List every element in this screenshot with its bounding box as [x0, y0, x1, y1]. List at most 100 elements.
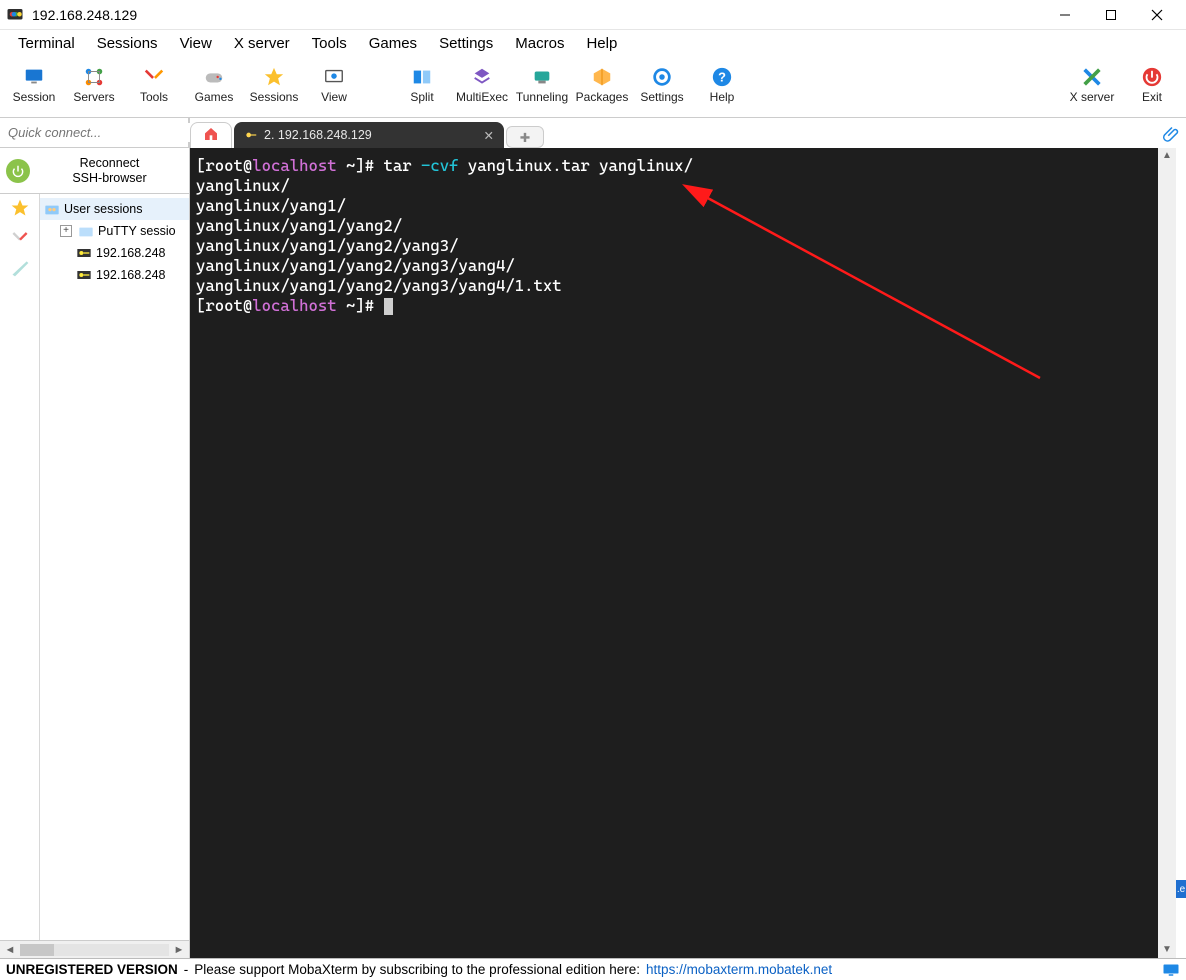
window-maximize-button[interactable]	[1088, 0, 1134, 30]
session-tree-item[interactable]: 192.168.248	[40, 242, 189, 264]
menu-games[interactable]: Games	[359, 33, 427, 54]
toolbar-tunneling[interactable]: Tunneling	[512, 66, 572, 104]
toolbar-packages[interactable]: Packages	[572, 66, 632, 104]
tree-label: 192.168.248	[96, 268, 166, 282]
network-icon	[83, 66, 105, 88]
menu-xserver[interactable]: X server	[224, 33, 300, 54]
toolbar-label: Exit	[1142, 90, 1162, 104]
window-close-button[interactable]	[1134, 0, 1180, 30]
star-icon	[263, 66, 285, 88]
multiexec-icon	[471, 66, 493, 88]
monitor-status-icon[interactable]	[1162, 963, 1180, 977]
expand-icon[interactable]: +	[60, 225, 72, 237]
scroll-left-icon[interactable]: ◄	[2, 944, 18, 956]
menu-help[interactable]: Help	[576, 33, 627, 54]
menu-terminal[interactable]: Terminal	[8, 33, 85, 54]
folder-user-icon	[44, 201, 60, 217]
terminal-vertical-scrollbar[interactable]: ▲ ▼	[1158, 148, 1176, 958]
tab-active-session[interactable]: 2. 192.168.248.129 ✕	[234, 122, 504, 148]
toolbar-multiexec[interactable]: MultiExec	[452, 66, 512, 104]
toolbar-label: Tunneling	[516, 90, 568, 104]
reconnect-ssh-browser-button[interactable]: Reconnect SSH-browser	[0, 148, 189, 194]
session-tree: User sessions + PuTTY sessio 192.168.248…	[40, 194, 189, 940]
attachment-icon[interactable]	[1158, 118, 1186, 144]
terminal[interactable]: [root@localhost ~]# tar -cvf yanglinux.t…	[190, 148, 1158, 958]
menubar: Terminal Sessions View X server Tools Ga…	[0, 30, 1186, 56]
tools-icon	[143, 66, 165, 88]
toolbar-label: Split	[410, 90, 433, 104]
key-icon	[76, 267, 92, 283]
toolbar-label: X server	[1070, 90, 1115, 104]
tree-label: PuTTY sessio	[98, 224, 176, 238]
toolbar-view[interactable]: View	[304, 66, 364, 104]
monitor-icon	[23, 66, 45, 88]
toolbar-sessions[interactable]: Sessions	[244, 66, 304, 104]
scroll-right-icon[interactable]: ►	[171, 944, 187, 956]
split-icon	[411, 66, 433, 88]
session-tree-root[interactable]: User sessions	[40, 198, 189, 220]
tree-label: User sessions	[64, 202, 143, 216]
right-edge: .e	[1176, 148, 1186, 958]
toolbar-settings[interactable]: Settings	[632, 66, 692, 104]
macros-tab-icon[interactable]	[10, 258, 30, 278]
toolbar-left-group: Session Servers Tools Games Sessions Vie…	[4, 66, 752, 104]
scroll-track[interactable]	[20, 944, 169, 956]
status-link[interactable]: https://mobaxterm.mobatek.net	[646, 962, 832, 977]
scroll-thumb[interactable]	[20, 944, 54, 956]
view-icon	[323, 66, 345, 88]
menu-sessions[interactable]: Sessions	[87, 33, 168, 54]
scroll-track[interactable]	[1158, 164, 1176, 942]
tools-tab-icon[interactable]	[10, 228, 30, 248]
toolbar-label: Help	[710, 90, 735, 104]
tree-label: 192.168.248	[96, 246, 166, 260]
gear-icon	[651, 66, 673, 88]
quick-connect-input[interactable]	[4, 123, 190, 142]
statusbar: UNREGISTERED VERSION - Please support Mo…	[0, 958, 1186, 980]
toolbar-tools[interactable]: Tools	[124, 66, 184, 104]
toolbar-label: Servers	[73, 90, 114, 104]
folder-icon	[78, 223, 94, 239]
tab-home[interactable]	[190, 122, 232, 148]
window-title: 192.168.248.129	[32, 7, 1042, 23]
tab-close-icon[interactable]: ✕	[464, 128, 494, 143]
toolbar-xserver[interactable]: X server	[1062, 66, 1122, 104]
menu-view[interactable]: View	[170, 33, 222, 54]
scroll-down-icon[interactable]: ▼	[1158, 942, 1176, 958]
toolbar-label: Session	[13, 90, 56, 104]
favorites-tab-icon[interactable]	[10, 198, 30, 218]
reconnect-icon	[6, 159, 30, 183]
toolbar-help[interactable]: ? Help	[692, 66, 752, 104]
toolbar-label: Games	[195, 90, 234, 104]
toolbar-exit[interactable]: Exit	[1122, 66, 1182, 104]
status-message: Please support MobaXterm by subscribing …	[194, 962, 640, 977]
toolbar-games[interactable]: Games	[184, 66, 244, 104]
menu-macros[interactable]: Macros	[505, 33, 574, 54]
quick-connect-box: ▸	[0, 118, 189, 148]
scroll-up-icon[interactable]: ▲	[1158, 148, 1176, 164]
session-tree-item[interactable]: + PuTTY sessio	[40, 220, 189, 242]
toolbar-label: Sessions	[250, 90, 299, 104]
window-minimize-button[interactable]	[1042, 0, 1088, 30]
session-tree-item[interactable]: 192.168.248	[40, 264, 189, 286]
sidebar-horizontal-scrollbar[interactable]: ◄ ►	[0, 940, 189, 958]
menu-settings[interactable]: Settings	[429, 33, 503, 54]
terminal-cursor	[384, 298, 393, 315]
toolbar-session[interactable]: Session	[4, 66, 64, 104]
toolbar-split[interactable]: Split	[392, 66, 452, 104]
status-unregistered: UNREGISTERED VERSION	[6, 962, 178, 977]
terminal-content: [root@localhost ~]# tar -cvf yanglinux.t…	[196, 156, 1152, 316]
toolbar-label: View	[321, 90, 347, 104]
app-icon	[6, 6, 24, 24]
right-panel: 2. 192.168.248.129 ✕ ✚ [root@localhost ~…	[190, 118, 1186, 958]
titlebar: 192.168.248.129	[0, 0, 1186, 30]
toolbar-servers[interactable]: Servers	[64, 66, 124, 104]
menu-tools[interactable]: Tools	[302, 33, 357, 54]
toolbar-right-group: X server Exit	[1062, 66, 1182, 104]
power-icon	[1141, 66, 1163, 88]
tabstrip: 2. 192.168.248.129 ✕ ✚	[190, 118, 546, 148]
gamepad-icon	[203, 66, 225, 88]
help-icon: ?	[711, 66, 733, 88]
reconnect-label: Reconnect SSH-browser	[36, 156, 183, 185]
svg-text:?: ?	[718, 69, 726, 84]
tab-add[interactable]: ✚	[506, 126, 544, 148]
